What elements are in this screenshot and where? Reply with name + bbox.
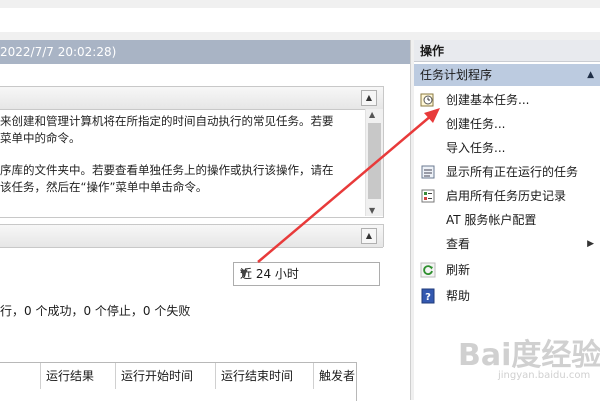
svg-text:?: ? xyxy=(425,292,431,303)
create-basic-task-icon xyxy=(420,92,436,108)
action-show-running[interactable]: 显示所有正在运行的任务 xyxy=(414,160,600,184)
status-summary: 行，0 个成功，0 个停止，0 个失败 xyxy=(0,304,191,318)
action-label: 帮助 xyxy=(446,289,471,303)
toolbar-area xyxy=(0,0,600,41)
action-enable-history[interactable]: 启用所有任务历史记录 xyxy=(414,184,600,208)
status-section: ▲ xyxy=(0,224,384,248)
status-section-header[interactable]: ▲ xyxy=(0,225,383,248)
watermark: Bai度经验 jingyan.baidu.com xyxy=(458,330,600,392)
column-header-end[interactable]: 运行结束时间 xyxy=(215,363,293,389)
toolbar-strip xyxy=(0,8,600,32)
action-label: 刷新 xyxy=(446,263,471,277)
submenu-arrow-icon: ▶ xyxy=(587,239,594,249)
watermark-url: jingyan.baidu.com xyxy=(498,370,591,381)
task-status-table: 运行结果 运行开始时间 运行结束时间 触发者 xyxy=(0,362,357,401)
summary-pane: 2022/7/7 20:02:28) ▲ 来创建和管理计算机将在所指定的时间自动… xyxy=(0,40,410,401)
column-header-start[interactable]: 运行开始时间 xyxy=(115,363,193,389)
collapse-up-icon[interactable]: ▲ xyxy=(587,64,594,86)
time-filter-select[interactable]: 近 24 小时 ▼ xyxy=(233,262,380,286)
help-icon: ? xyxy=(420,288,436,304)
overview-line: 该任务，然后在“操作”菜单中单击命令。 xyxy=(0,180,208,194)
refresh-icon xyxy=(420,262,436,278)
chevron-down-icon: ▼ xyxy=(240,268,248,279)
collapse-up-icon[interactable]: ▲ xyxy=(361,228,377,244)
action-label: 导入任务... xyxy=(446,141,506,155)
action-label: 查看 xyxy=(446,237,471,251)
running-tasks-icon xyxy=(420,164,436,180)
action-at-service-config[interactable]: AT 服务帐户配置 xyxy=(414,208,600,232)
action-label: 显示所有正在运行的任务 xyxy=(446,165,579,179)
action-create-task[interactable]: 创建任务... xyxy=(414,112,600,136)
action-refresh[interactable]: 刷新 xyxy=(414,258,600,282)
action-help[interactable]: ? 帮助 xyxy=(414,284,600,308)
column-header-result[interactable]: 运行结果 xyxy=(40,363,94,389)
action-label: 启用所有任务历史记录 xyxy=(446,189,567,203)
actions-section-header[interactable]: 任务计划程序 ▲ xyxy=(414,64,600,86)
date-text: 2022/7/7 20:02:28) xyxy=(0,45,117,59)
action-label: AT 服务帐户配置 xyxy=(446,213,537,227)
overview-line: 序库的文件夹中。若要查看单独任务上的操作或执行该操作，请在 xyxy=(0,163,334,177)
action-label: 创建任务... xyxy=(446,117,506,131)
watermark-logo: Bai度经验 xyxy=(458,338,600,373)
actions-section-label: 任务计划程序 xyxy=(420,68,493,82)
overview-line: 菜单中的命令。 xyxy=(0,131,81,145)
overview-line: 来创建和管理计算机将在所指定的时间自动执行的常见任务。若要 xyxy=(0,114,334,128)
action-view[interactable]: 查看 ▶ xyxy=(414,232,600,256)
overview-section-header[interactable]: ▲ xyxy=(0,87,383,110)
column-header-trigger[interactable]: 触发者 xyxy=(313,363,355,389)
history-icon xyxy=(420,188,436,204)
scroll-thumb[interactable] xyxy=(368,123,381,199)
overview-scrollbar[interactable]: ▲ ▼ xyxy=(365,109,383,216)
action-create-basic-task[interactable]: 创建基本任务... xyxy=(414,88,600,112)
date-header: 2022/7/7 20:02:28) xyxy=(0,40,410,64)
action-import-task[interactable]: 导入任务... xyxy=(414,136,600,160)
overview-description: 来创建和管理计算机将在所指定的时间自动执行的常见任务。若要 菜单中的命令。 序库… xyxy=(0,113,362,196)
scroll-down-icon[interactable]: ▼ xyxy=(369,206,375,215)
actions-title: 操作 xyxy=(414,40,600,62)
scroll-up-icon[interactable]: ▲ xyxy=(369,110,375,119)
collapse-up-icon[interactable]: ▲ xyxy=(361,90,377,106)
action-label: 创建基本任务... xyxy=(446,93,530,107)
overview-section: ▲ 来创建和管理计算机将在所指定的时间自动执行的常见任务。若要 菜单中的命令。 … xyxy=(0,86,384,218)
